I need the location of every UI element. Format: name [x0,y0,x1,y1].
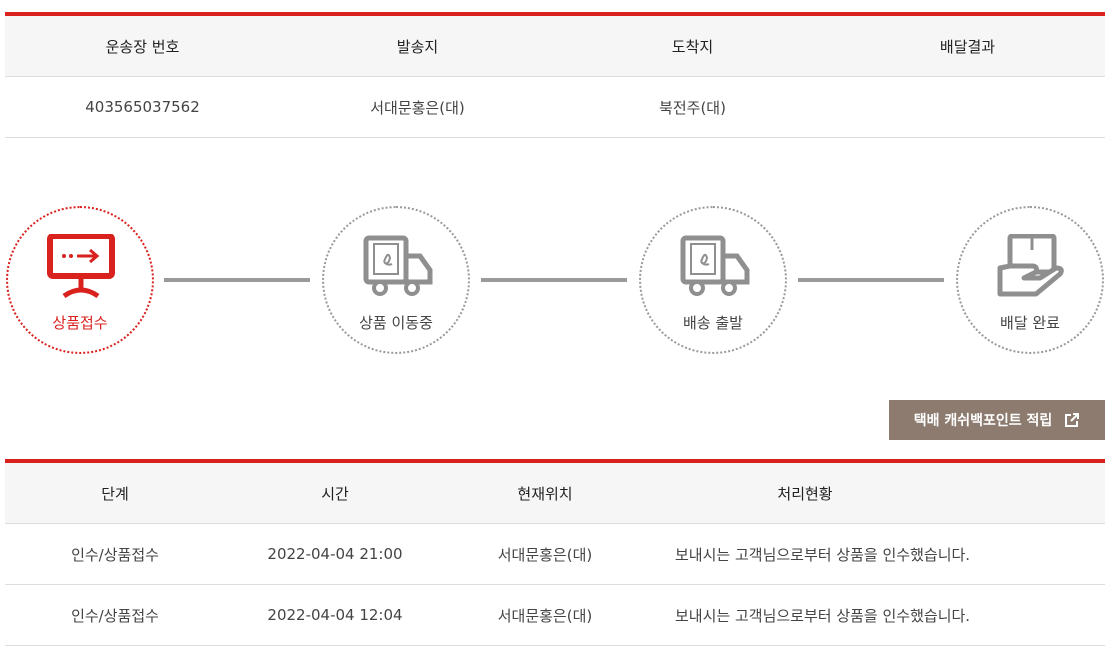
table-row: 인수/상품접수 2022-04-04 21:00 서대문홍은(대) 보내시는 고… [5,524,1105,585]
waybill-summary-table: 운송장 번호 발송지 도착지 배달결과 403565037562 서대문홍은(대… [5,12,1105,138]
location-cell: 서대문홍은(대) [497,545,593,564]
header-destination: 도착지 [671,37,714,56]
step-received: 상품접수 [6,206,154,354]
table-row: 인수/상품접수 2022-04-04 12:04 서대문홍은(대) 보내시는 고… [5,585,1105,646]
header-status: 처리현황 [777,484,833,503]
status-cell: 보내시는 고객님으로부터 상품을 인수했습니다. [675,545,971,564]
progress-connector [798,278,944,282]
step-delivered: 배달 완료 [956,206,1104,354]
cashback-point-label: 택배 캐쉬백포인트 적립 [913,413,1053,429]
header-time: 시간 [321,484,349,503]
truck-icon [680,235,750,296]
stage-cell: 인수/상품접수 [71,606,159,625]
time-cell: 2022-04-04 21:00 [267,545,403,563]
step-label: 상품 이동중 [359,314,433,332]
progress-connector [164,278,310,282]
waybill-number: 403565037562 [85,98,200,116]
step-label: 배송 출발 [683,314,743,332]
header-location: 현재위치 [517,484,573,503]
header-origin: 발송지 [396,37,439,56]
detail-header-row: 단계 시간 현재위치 처리현황 [5,463,1105,524]
progress-connector [481,278,627,282]
step-out-for-delivery: 배송 출발 [639,206,787,354]
tracking-detail-table: 단계 시간 현재위치 처리현황 인수/상품접수 2022-04-04 21:00… [5,459,1105,646]
monitor-arrow-icon [47,234,115,299]
header-stage: 단계 [101,484,129,503]
step-label: 상품접수 [52,314,108,332]
location-cell: 서대문홍은(대) [497,606,593,625]
cashback-point-button[interactable]: 택배 캐쉬백포인트 적립 [889,400,1105,440]
delivery-progress: 상품접수 상품 이동중 배송 출발 배달 완료 [0,200,1115,360]
header-delivery-result: 배달결과 [939,37,996,56]
stage-cell: 인수/상품접수 [71,545,159,564]
step-in-transit: 상품 이동중 [322,206,470,354]
external-link-icon [1065,413,1080,427]
time-cell: 2022-04-04 12:04 [267,606,403,624]
status-cell: 보내시는 고객님으로부터 상품을 인수했습니다. [675,606,971,625]
destination-value: 북전주(대) [659,98,726,117]
origin-value: 서대문홍은(대) [370,98,465,117]
summary-data-row: 403565037562 서대문홍은(대) 북전주(대) [5,77,1105,138]
step-label: 배달 완료 [1000,314,1060,332]
truck-icon [363,235,433,296]
hand-box-icon [997,234,1064,297]
header-waybill-number: 운송장 번호 [105,37,180,56]
summary-header-row: 운송장 번호 발송지 도착지 배달결과 [5,16,1105,77]
